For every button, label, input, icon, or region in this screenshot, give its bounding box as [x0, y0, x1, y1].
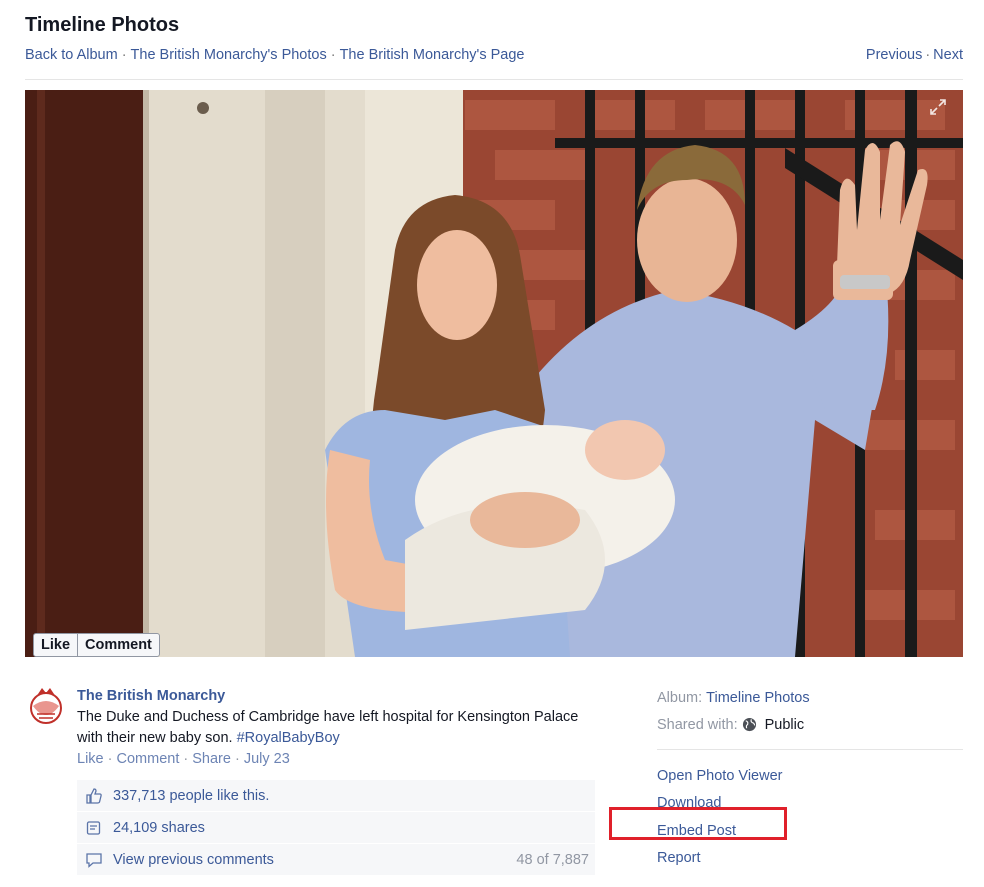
report-link[interactable]: Report [657, 845, 963, 873]
comment-count: 48 of 7,887 [516, 851, 589, 868]
privacy-row: Shared with: Public [657, 711, 963, 738]
privacy-value[interactable]: Public [765, 717, 805, 733]
shares-count-link[interactable]: 24,109 shares [113, 820, 205, 836]
globe-icon [742, 717, 756, 732]
photo-sidebar: Album: Timeline Photos Shared with: Publ… [657, 684, 963, 872]
photo-like-comment-bar: Like Comment [33, 633, 160, 657]
shared-with-label: Shared with: [657, 716, 738, 733]
view-previous-comments-link[interactable]: View previous comments [113, 852, 274, 868]
previous-link[interactable]: Previous [866, 47, 922, 63]
page-title: Timeline Photos [25, 14, 180, 36]
album-label: Album: [657, 689, 703, 706]
share-icon [86, 820, 101, 835]
feedback-box: 337,713 people like this. 24,109 shares … [77, 780, 595, 876]
pager-separator: · [925, 47, 931, 63]
back-to-album-link[interactable]: Back to Album [25, 47, 118, 63]
comment-link[interactable]: Comment [117, 751, 180, 767]
breadcrumb-separator: · [330, 47, 336, 63]
like-link[interactable]: Like [77, 751, 104, 767]
header-divider [25, 79, 963, 80]
shares-row: 24,109 shares [77, 812, 595, 844]
photo-like-button[interactable]: Like [34, 634, 77, 656]
photo-details: The British Monarchy The Duke and Duches… [25, 670, 963, 887]
next-link[interactable]: Next [933, 47, 963, 63]
comment-bubble-icon [86, 852, 102, 868]
sidebar-divider [657, 749, 963, 750]
expand-icon[interactable] [929, 98, 947, 116]
hashtag-link[interactable]: #RoyalBabyBoy [237, 730, 340, 746]
likes-count-link[interactable]: 337,713 people like this. [113, 788, 269, 804]
album-link[interactable]: Timeline Photos [706, 690, 809, 706]
embed-post-highlight [609, 807, 787, 840]
timeline-photo [25, 90, 963, 657]
post-text: The Duke and Duchess of Cambridge have l… [77, 707, 597, 749]
previous-comments-row: View previous comments 48 of 7,887 [77, 844, 595, 876]
thumbs-up-icon [86, 787, 102, 804]
share-link[interactable]: Share [192, 751, 231, 767]
photo-comment-button[interactable]: Comment [78, 634, 159, 656]
post-date-link[interactable]: July 23 [244, 751, 290, 767]
post-body: The British Monarchy The Duke and Duches… [77, 686, 597, 770]
album-row: Album: Timeline Photos [657, 684, 963, 711]
post-author-link[interactable]: The British Monarchy [77, 686, 597, 707]
likes-row: 337,713 people like this. [77, 780, 595, 812]
monarchy-page-link[interactable]: The British Monarchy's Page [340, 47, 525, 63]
open-photo-viewer-link[interactable]: Open Photo Viewer [657, 762, 963, 790]
photo-pager: Previous · Next [866, 47, 963, 63]
royal-crest-avatar[interactable] [25, 684, 67, 728]
photo-stage[interactable]: Like Comment [25, 90, 963, 657]
monarchy-photos-link[interactable]: The British Monarchy's Photos [131, 47, 327, 63]
post-actions: Like · Comment · Share · July 23 [77, 751, 290, 767]
breadcrumb: Back to Album · The British Monarchy's Pho… [25, 47, 524, 63]
breadcrumb-separator: · [121, 47, 127, 63]
